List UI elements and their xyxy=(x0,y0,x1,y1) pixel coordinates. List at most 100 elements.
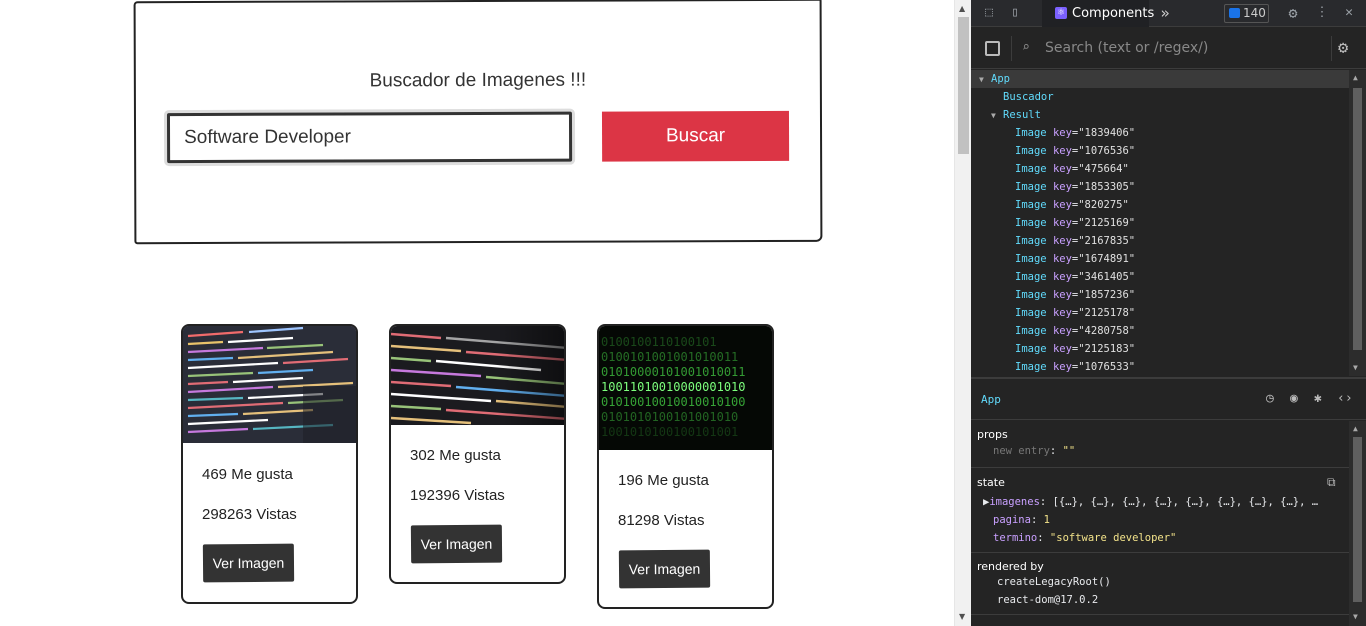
view-image-button[interactable]: Ver Imagen xyxy=(410,524,503,564)
tree-item-result[interactable]: ▼ Result xyxy=(991,106,1041,124)
tree-item-image[interactable]: Image key="2167835" xyxy=(1015,232,1135,250)
component-tree: ▼ App Buscador ▼ Result Image key="1839406… xyxy=(971,70,1349,376)
component-search-input[interactable]: Search (text or /regex/) xyxy=(1045,40,1208,56)
props-new-entry[interactable]: new entry: "" xyxy=(993,445,1075,457)
devtools-toolbar: ⬚ ▯ ⚛ Components » 140 ⚙ ⋮ ✕ xyxy=(971,0,1366,27)
tree-item-image[interactable]: Image key="4280758" xyxy=(1015,322,1135,340)
scroll-down-arrow[interactable]: ▼ xyxy=(1353,612,1358,621)
divider xyxy=(971,614,1349,615)
state-pagina[interactable]: pagina: 1 xyxy=(993,514,1050,526)
tree-scrollbar[interactable]: ▲ ▼ xyxy=(1349,70,1366,376)
svg-text:01010010010010010100: 01010010010010010100 xyxy=(601,395,746,409)
tree-item-label: App xyxy=(991,73,1010,85)
tree-item-key-value: "1076536" xyxy=(1078,145,1136,157)
state-key: imagenes xyxy=(989,496,1040,508)
tree-item-key-value: "1857236" xyxy=(1078,289,1136,301)
timer-icon[interactable]: ◷ xyxy=(1266,391,1274,406)
scroll-down-arrow[interactable]: ▼ xyxy=(959,612,965,621)
kebab-menu-icon[interactable]: ⋮ xyxy=(1314,5,1330,21)
bug-icon[interactable]: ✱ xyxy=(1314,391,1322,406)
inspected-component-name: App xyxy=(981,393,1001,406)
tree-item-key-value: "2125169" xyxy=(1078,217,1136,229)
tree-item-label: Image xyxy=(1015,127,1047,139)
copy-icon[interactable]: ⧉ xyxy=(1327,475,1336,490)
more-tabs-icon[interactable]: » xyxy=(1157,5,1173,21)
tree-item-image[interactable]: Image key="1853305" xyxy=(1015,178,1135,196)
settings-icon[interactable]: ⚙ xyxy=(1285,5,1301,21)
svg-text:01010000101001010011: 01010000101001010011 xyxy=(601,365,746,379)
svg-text:10011010010000001010: 10011010010000001010 xyxy=(601,380,746,394)
tree-item-key-attr: key xyxy=(1052,145,1072,157)
tab-components-label: Components xyxy=(1072,6,1155,21)
search-input[interactable] xyxy=(166,111,573,164)
tree-item-image[interactable]: Image key="3461405" xyxy=(1015,268,1135,286)
tree-item-key-attr: key xyxy=(1052,127,1072,139)
tree-item-image[interactable]: Image key="1674891" xyxy=(1015,250,1135,268)
tree-item-image[interactable]: Image key="1839406" xyxy=(1015,124,1135,142)
tree-item-key-value: "1674891" xyxy=(1078,253,1136,265)
caret-down-icon[interactable]: ▼ xyxy=(991,107,1003,125)
scroll-up-arrow[interactable]: ▲ xyxy=(959,4,965,13)
state-key: termino xyxy=(993,532,1038,544)
scrollbar-thumb[interactable] xyxy=(1353,88,1362,350)
inspect-element-icon[interactable]: ⬚ xyxy=(981,5,997,21)
devtools-panel: ⬚ ▯ ⚛ Components » 140 ⚙ ⋮ ✕ ⌕ Search (t… xyxy=(971,0,1366,626)
tree-item-label: Image xyxy=(1015,289,1047,301)
image-thumbnail xyxy=(391,326,564,425)
settings-icon[interactable]: ⚙ xyxy=(1338,38,1348,58)
tree-item-label: Result xyxy=(1003,109,1041,121)
state-key: pagina xyxy=(993,514,1031,526)
tree-item-key-attr: key xyxy=(1052,343,1072,355)
tree-item-image[interactable]: Image key="1076533" xyxy=(1015,358,1135,376)
svg-text:0100100110100101: 0100100110100101 xyxy=(601,335,717,349)
rendered-by-item: react-dom@17.0.2 xyxy=(997,594,1099,606)
select-component-icon[interactable] xyxy=(985,41,1000,56)
tree-item-label: Buscador xyxy=(1003,91,1054,103)
tab-components[interactable]: ⚛ Components xyxy=(1042,0,1154,27)
tree-item-key-value: "2125183" xyxy=(1078,343,1136,355)
source-code-icon[interactable]: ‹› xyxy=(1337,391,1353,406)
page-scrollbar[interactable]: ▲ ▼ xyxy=(954,0,971,626)
tree-item-app[interactable]: ▼ App xyxy=(971,70,1349,88)
close-icon[interactable]: ✕ xyxy=(1341,5,1357,21)
tree-item-image[interactable]: Image key="1857236" xyxy=(1015,286,1135,304)
app-page: Buscador de Imagenes !!! Buscar xyxy=(0,0,954,626)
search-icon: ⌕ xyxy=(1022,40,1030,55)
tree-item-key-attr: key xyxy=(1052,307,1072,319)
react-icon: ⚛ xyxy=(1055,7,1067,19)
search-panel: Buscador de Imagenes !!! Buscar xyxy=(133,0,823,245)
view-image-button[interactable]: Ver Imagen xyxy=(202,543,295,583)
scroll-up-arrow[interactable]: ▲ xyxy=(1353,73,1358,82)
view-image-button[interactable]: Ver Imagen xyxy=(618,549,711,589)
tree-item-image[interactable]: Image key="2125178" xyxy=(1015,304,1135,322)
issues-badge[interactable]: 140 xyxy=(1224,4,1269,23)
tree-item-image[interactable]: Image key="1076536" xyxy=(1015,142,1135,160)
scrollbar-thumb[interactable] xyxy=(958,17,969,154)
image-card: 302 Me gusta 192396 Vistas Ver Imagen xyxy=(389,324,566,584)
caret-down-icon[interactable]: ▼ xyxy=(979,71,991,89)
tree-item-image[interactable]: Image key="2125183" xyxy=(1015,340,1135,358)
state-value[interactable]: "software developer" xyxy=(1050,532,1176,544)
tree-item-label: Image xyxy=(1015,253,1047,265)
scrollbar-thumb[interactable] xyxy=(1353,437,1362,602)
tree-item-image[interactable]: Image key="475664" xyxy=(1015,160,1129,178)
tree-item-label: Image xyxy=(1015,361,1047,373)
tree-item-key-value: "1839406" xyxy=(1078,127,1136,139)
divider xyxy=(971,467,1349,468)
scroll-down-arrow[interactable]: ▼ xyxy=(1353,363,1358,372)
inspector-scrollbar[interactable]: ▲ ▼ xyxy=(1349,421,1366,626)
views-count: 192396 Vistas xyxy=(410,487,505,504)
state-termino[interactable]: termino: "software developer" xyxy=(993,532,1176,544)
eye-icon[interactable]: ◉ xyxy=(1290,391,1298,406)
tree-item-image[interactable]: Image key="2125169" xyxy=(1015,214,1135,232)
search-button[interactable]: Buscar xyxy=(601,110,790,162)
tree-item-buscador[interactable]: Buscador xyxy=(1003,88,1054,106)
props-heading: props xyxy=(977,428,1008,441)
state-value[interactable]: 1 xyxy=(1044,514,1050,526)
state-heading: state xyxy=(977,476,1005,489)
device-toggle-icon[interactable]: ▯ xyxy=(1007,5,1023,21)
scroll-up-arrow[interactable]: ▲ xyxy=(1353,424,1358,433)
tree-item-image[interactable]: Image key="820275" xyxy=(1015,196,1129,214)
state-imagenes[interactable]: ▶imagenes: [{…}, {…}, {…}, {…}, {…}, {…}… xyxy=(983,496,1318,508)
prop-value[interactable]: "" xyxy=(1063,445,1076,457)
